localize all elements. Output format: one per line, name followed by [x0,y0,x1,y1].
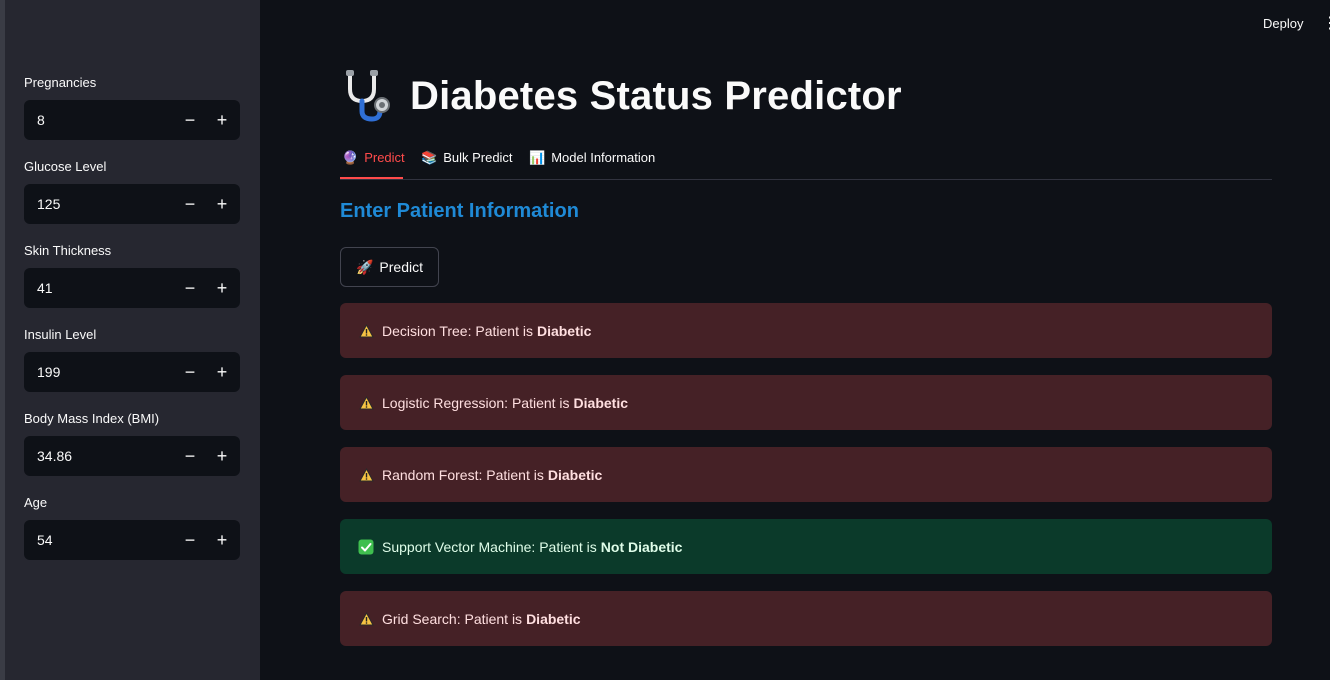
glucose-stepper[interactable]: 125 − + [24,184,240,224]
page-title: Diabetes Status Predictor [410,73,902,118]
glucose-field: Glucose Level 125 − + [24,158,240,224]
pregnancies-increment-button[interactable]: + [206,100,238,140]
age-increment-button[interactable]: + [206,520,238,560]
result-status: Not Diabetic [600,538,683,555]
sidebar: Pregnancies 8 − + Glucose Level 125 − + … [5,0,260,680]
result-status: Diabetic [536,322,592,339]
result-alert-decision-tree: Decision Tree: Patient is Diabetic [340,303,1272,358]
skin-thickness-decrement-button[interactable]: − [174,268,206,308]
bar-chart-icon: 📊 [529,150,546,165]
skin-thickness-increment-button[interactable]: + [206,268,238,308]
bmi-input[interactable]: 34.86 [24,448,174,464]
result-text: Grid Search: Patient is [382,610,523,627]
tab-bulk-predict[interactable]: 📚 Bulk Predict [421,150,513,178]
rocket-icon: 🚀 [355,258,374,275]
bmi-increment-button[interactable]: + [206,436,238,476]
result-text: Logistic Regression: Patient is [382,394,570,411]
warning-icon [358,611,374,627]
tab-model-information-label: Model Information [551,150,656,165]
section-subheader: Enter Patient Information [340,200,579,222]
insulin-increment-button[interactable]: + [206,352,238,392]
insulin-field: Insulin Level 199 − + [24,326,240,392]
bmi-decrement-button[interactable]: − [174,436,206,476]
glucose-input[interactable]: 125 [24,196,174,212]
pregnancies-stepper[interactable]: 8 − + [24,100,240,140]
predict-button[interactable]: 🚀 Predict [340,247,439,287]
insulin-decrement-button[interactable]: − [174,352,206,392]
skin-thickness-stepper[interactable]: 41 − + [24,268,240,308]
predict-button-label: Predict [379,259,423,275]
pregnancies-decrement-button[interactable]: − [174,100,206,140]
bmi-field: Body Mass Index (BMI) 34.86 − + [24,410,240,476]
result-text: Support Vector Machine: Patient is [382,538,597,555]
age-stepper[interactable]: 54 − + [24,520,240,560]
skin-thickness-label: Skin Thickness [24,243,112,258]
pregnancies-field: Pregnancies 8 − + [24,74,240,140]
result-text: Random Forest: Patient is [382,466,544,483]
skin-thickness-input[interactable]: 41 [24,280,174,296]
crystal-ball-icon: 🔮 [342,150,359,165]
age-decrement-button[interactable]: − [174,520,206,560]
tab-model-information[interactable]: 📊 Model Information [529,150,655,178]
glucose-label: Glucose Level [24,159,107,174]
stethoscope-icon [346,70,390,122]
result-alert-logistic-regression: Logistic Regression: Patient is Diabetic [340,375,1272,430]
result-status: Diabetic [547,466,603,483]
warning-icon [358,323,374,339]
bmi-stepper[interactable]: 34.86 − + [24,436,240,476]
insulin-input[interactable]: 199 [24,364,174,380]
tab-predict-label: Predict [364,150,405,165]
result-alert-grid-search: Grid Search: Patient is Diabetic [340,591,1272,646]
insulin-stepper[interactable]: 199 − + [24,352,240,392]
age-label: Age [24,495,48,510]
result-alert-random-forest: Random Forest: Patient is Diabetic [340,447,1272,502]
glucose-decrement-button[interactable]: − [174,184,206,224]
tab-bar: 🔮 Predict 📚 Bulk Predict 📊 Model Informa… [340,142,1272,180]
pregnancies-input[interactable]: 8 [24,112,174,128]
skin-thickness-field: Skin Thickness 41 − + [24,242,240,308]
check-mark-icon [358,539,374,555]
pregnancies-label: Pregnancies [24,75,97,90]
glucose-increment-button[interactable]: + [206,184,238,224]
books-icon: 📚 [421,150,438,165]
age-input[interactable]: 54 [24,532,174,548]
warning-icon [358,395,374,411]
result-status: Diabetic [573,394,629,411]
tab-predict[interactable]: 🔮 Predict [342,150,405,178]
result-text: Decision Tree: Patient is [382,322,533,339]
age-field: Age 54 − + [24,494,240,560]
result-status: Diabetic [526,610,581,627]
warning-icon [358,467,374,483]
result-alert-svm: Support Vector Machine: Patient is Not D… [340,519,1272,574]
deploy-button[interactable]: Deploy [1263,16,1303,31]
insulin-label: Insulin Level [24,327,97,342]
bmi-label: Body Mass Index (BMI) [24,411,160,426]
main-menu-icon[interactable]: ⋮ [1322,14,1330,34]
tab-bulk-predict-label: Bulk Predict [443,150,513,165]
active-tab-indicator [340,177,403,179]
title-row: Diabetes Status Predictor [340,66,902,126]
